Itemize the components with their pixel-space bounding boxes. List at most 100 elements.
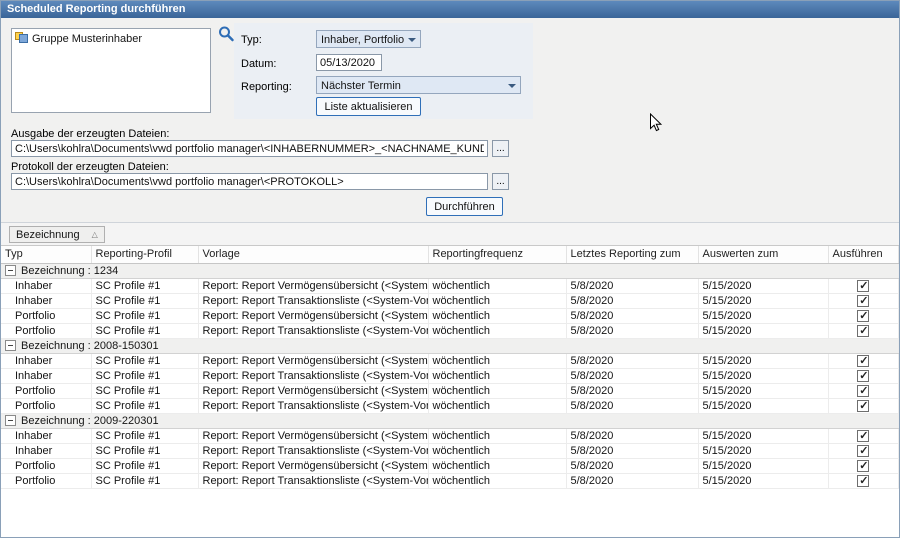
run-button[interactable]: Durchführen — [426, 197, 503, 216]
cell-auswerten: 5/15/2020 — [698, 398, 828, 413]
ausfuehren-checkbox[interactable] — [857, 310, 869, 322]
datum-input[interactable] — [316, 54, 382, 71]
table-row[interactable]: PortfolioSC Profile #1Report: Report Ver… — [1, 383, 899, 398]
table-row[interactable]: InhaberSC Profile #1Report: Report Trans… — [1, 293, 899, 308]
column-header-ausfuehren[interactable]: Ausführen — [828, 246, 899, 263]
ausfuehren-checkbox[interactable] — [857, 325, 869, 337]
grid-body: Bezeichnung : 1234InhaberSC Profile #1Re… — [1, 263, 899, 488]
typ-dropdown[interactable]: Inhaber, Portfolio — [316, 30, 421, 48]
reporting-value: Nächster Termin — [321, 80, 401, 92]
typ-label: Typ: — [241, 34, 262, 46]
cell-frequenz: wöchentlich — [428, 353, 566, 368]
window-title: Scheduled Reporting durchführen — [7, 3, 185, 15]
cell-ausfuehren — [828, 473, 899, 488]
group-row[interactable]: Bezeichnung : 1234 — [1, 263, 899, 278]
collapse-minus-icon[interactable] — [5, 265, 16, 276]
cell-letztes-reporting: 5/8/2020 — [566, 323, 698, 338]
refresh-list-button[interactable]: Liste aktualisieren — [316, 97, 421, 116]
list-item[interactable]: Gruppe Musterinhaber — [12, 29, 210, 48]
column-header-reporting-profil[interactable]: Reporting-Profil — [91, 246, 198, 263]
output-path-input[interactable] — [11, 140, 488, 157]
group-row[interactable]: Bezeichnung : 2008-150301 — [1, 338, 899, 353]
cell-vorlage: Report: Report Vermögensübersicht (<Syst… — [198, 428, 428, 443]
ausfuehren-checkbox[interactable] — [857, 430, 869, 442]
column-header-auswerten-zum[interactable]: Auswerten zum — [698, 246, 828, 263]
cell-typ: Inhaber — [1, 368, 91, 383]
group-row[interactable]: Bezeichnung : 2009-220301 — [1, 413, 899, 428]
cell-frequenz: wöchentlich — [428, 458, 566, 473]
cell-frequenz: wöchentlich — [428, 398, 566, 413]
ausfuehren-checkbox[interactable] — [857, 295, 869, 307]
cell-vorlage: Report: Report Transaktionsliste (<Syste… — [198, 473, 428, 488]
protocol-browse-button[interactable]: ... — [492, 173, 509, 190]
groupby-chip-bezeichnung[interactable]: Bezeichnung △ — [9, 226, 105, 243]
cell-ausfuehren — [828, 308, 899, 323]
table-row[interactable]: InhaberSC Profile #1Report: Report Trans… — [1, 368, 899, 383]
table-row[interactable]: InhaberSC Profile #1Report: Report Trans… — [1, 443, 899, 458]
ausfuehren-checkbox[interactable] — [857, 445, 869, 457]
cell-ausfuehren — [828, 383, 899, 398]
cell-auswerten: 5/15/2020 — [698, 353, 828, 368]
reporting-label: Reporting: — [241, 81, 292, 93]
sort-ascending-icon: △ — [92, 230, 98, 239]
table-row[interactable]: PortfolioSC Profile #1Report: Report Ver… — [1, 308, 899, 323]
ausfuehren-checkbox[interactable] — [857, 400, 869, 412]
cell-profil: SC Profile #1 — [91, 428, 198, 443]
collapse-minus-icon[interactable] — [5, 415, 16, 426]
group-listbox[interactable]: Gruppe Musterinhaber — [11, 28, 211, 113]
cell-vorlage: Report: Report Vermögensübersicht (<Syst… — [198, 458, 428, 473]
collapse-minus-icon[interactable] — [5, 340, 16, 351]
reporting-dropdown[interactable]: Nächster Termin — [316, 76, 521, 94]
table-row[interactable]: InhaberSC Profile #1Report: Report Vermö… — [1, 428, 899, 443]
column-header-letztes-reporting-zum[interactable]: Letztes Reporting zum — [566, 246, 698, 263]
ausfuehren-checkbox[interactable] — [857, 355, 869, 367]
typ-value: Inhaber, Portfolio — [321, 34, 404, 46]
search-icon[interactable] — [217, 25, 235, 43]
column-header-reportingfrequenz[interactable]: Reportingfrequenz — [428, 246, 566, 263]
cell-letztes-reporting: 5/8/2020 — [566, 293, 698, 308]
output-label: Ausgabe der erzeugten Dateien: — [11, 128, 169, 140]
app-window: Scheduled Reporting durchführen Gruppe M… — [0, 0, 900, 538]
cell-vorlage: Report: Report Vermögensübersicht (<Syst… — [198, 308, 428, 323]
column-header-vorlage[interactable]: Vorlage — [198, 246, 428, 263]
chevron-down-icon — [508, 84, 516, 92]
table-row[interactable]: PortfolioSC Profile #1Report: Report Ver… — [1, 458, 899, 473]
ausfuehren-checkbox[interactable] — [857, 460, 869, 472]
cell-typ: Portfolio — [1, 323, 91, 338]
column-header-typ[interactable]: Typ — [1, 246, 91, 263]
cell-ausfuehren — [828, 458, 899, 473]
group-label: Bezeichnung : 2009-220301 — [21, 415, 159, 427]
cell-letztes-reporting: 5/8/2020 — [566, 368, 698, 383]
cell-typ: Inhaber — [1, 293, 91, 308]
cell-frequenz: wöchentlich — [428, 443, 566, 458]
cell-profil: SC Profile #1 — [91, 398, 198, 413]
cell-frequenz: wöchentlich — [428, 293, 566, 308]
cell-vorlage: Report: Report Vermögensübersicht (<Syst… — [198, 278, 428, 293]
reporting-grid: Typ Reporting-Profil Vorlage Reportingfr… — [1, 246, 899, 489]
cell-frequenz: wöchentlich — [428, 428, 566, 443]
ausfuehren-checkbox[interactable] — [857, 475, 869, 487]
ausfuehren-checkbox[interactable] — [857, 280, 869, 292]
output-browse-button[interactable]: ... — [492, 140, 509, 157]
cell-letztes-reporting: 5/8/2020 — [566, 383, 698, 398]
ausfuehren-checkbox[interactable] — [857, 385, 869, 397]
cell-profil: SC Profile #1 — [91, 473, 198, 488]
cell-profil: SC Profile #1 — [91, 278, 198, 293]
cell-auswerten: 5/15/2020 — [698, 293, 828, 308]
table-row[interactable]: PortfolioSC Profile #1Report: Report Tra… — [1, 398, 899, 413]
cell-auswerten: 5/15/2020 — [698, 323, 828, 338]
datum-label: Datum: — [241, 58, 276, 70]
ausfuehren-checkbox[interactable] — [857, 370, 869, 382]
cell-ausfuehren — [828, 353, 899, 368]
grid-header-row: Typ Reporting-Profil Vorlage Reportingfr… — [1, 246, 899, 263]
cell-ausfuehren — [828, 368, 899, 383]
cell-frequenz: wöchentlich — [428, 383, 566, 398]
protocol-label: Protokoll der erzeugten Dateien: — [11, 161, 169, 173]
cell-vorlage: Report: Report Vermögensübersicht (<Syst… — [198, 353, 428, 368]
table-row[interactable]: InhaberSC Profile #1Report: Report Vermö… — [1, 278, 899, 293]
table-row[interactable]: PortfolioSC Profile #1Report: Report Tra… — [1, 473, 899, 488]
table-row[interactable]: PortfolioSC Profile #1Report: Report Tra… — [1, 323, 899, 338]
protocol-path-input[interactable] — [11, 173, 488, 190]
table-row[interactable]: InhaberSC Profile #1Report: Report Vermö… — [1, 353, 899, 368]
cell-typ: Inhaber — [1, 353, 91, 368]
